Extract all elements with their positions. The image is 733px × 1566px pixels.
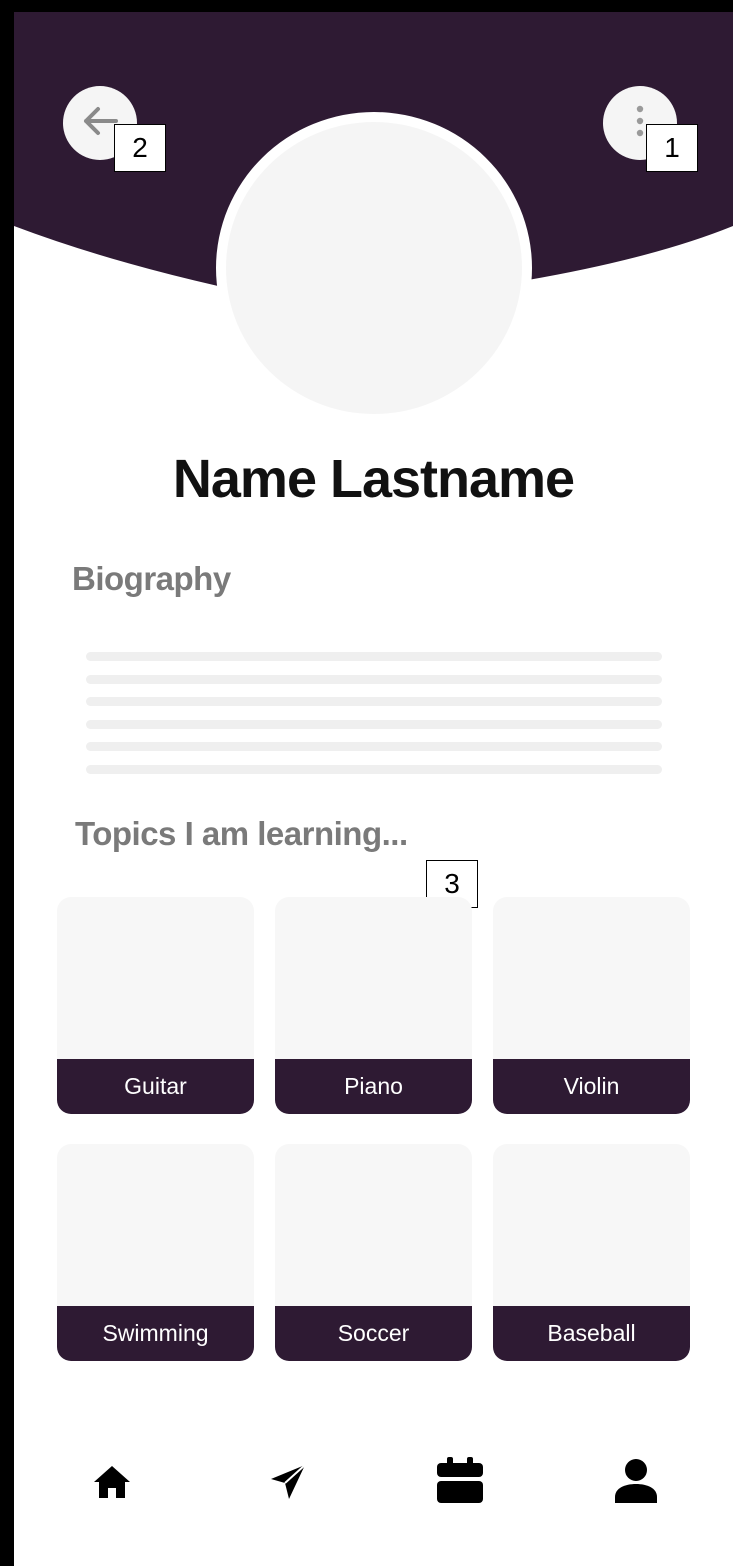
profile-avatar[interactable] <box>216 112 532 424</box>
topic-card-violin[interactable]: Violin <box>493 897 690 1114</box>
biography-line <box>86 652 662 661</box>
biography-line <box>86 697 662 706</box>
profile-screen: 1 2 Name Lastname Biography Topics I am … <box>0 0 733 1566</box>
user-icon <box>613 1457 659 1510</box>
annotation-marker-1: 1 <box>646 124 698 172</box>
frame-border-left <box>0 0 14 1566</box>
topic-label: Swimming <box>57 1306 254 1361</box>
topic-card-soccer[interactable]: Soccer <box>275 1144 472 1361</box>
nav-home[interactable] <box>88 1460 136 1508</box>
biography-title: Biography <box>72 560 231 597</box>
topic-label: Piano <box>275 1059 472 1114</box>
calendar-icon <box>435 1455 485 1514</box>
biography-line <box>86 674 662 684</box>
biography-line <box>86 742 662 751</box>
biography-line <box>86 719 662 729</box>
topic-label: Guitar <box>57 1059 254 1114</box>
more-vertical-icon <box>635 103 645 144</box>
profile-name: Name Lastname <box>172 449 575 509</box>
topic-card-baseball[interactable]: Baseball <box>493 1144 690 1361</box>
nav-profile[interactable] <box>612 1458 660 1508</box>
frame-border-top <box>0 0 733 12</box>
send-icon <box>267 1461 309 1508</box>
topic-card-swimming[interactable]: Swimming <box>57 1144 254 1361</box>
topic-label: Baseball <box>493 1306 690 1361</box>
topic-label: Soccer <box>275 1306 472 1361</box>
nav-calendar[interactable] <box>434 1456 486 1512</box>
biography-line <box>86 764 662 774</box>
annotation-marker-2: 2 <box>114 124 166 172</box>
topic-card-piano[interactable]: Piano <box>275 897 472 1114</box>
topic-card-guitar[interactable]: Guitar <box>57 897 254 1114</box>
topic-label: Violin <box>493 1059 690 1114</box>
nav-messages[interactable] <box>264 1460 312 1508</box>
home-icon <box>92 1464 132 1505</box>
topics-title: Topics I am learning... <box>75 815 408 852</box>
biography-text-placeholder <box>86 652 662 787</box>
